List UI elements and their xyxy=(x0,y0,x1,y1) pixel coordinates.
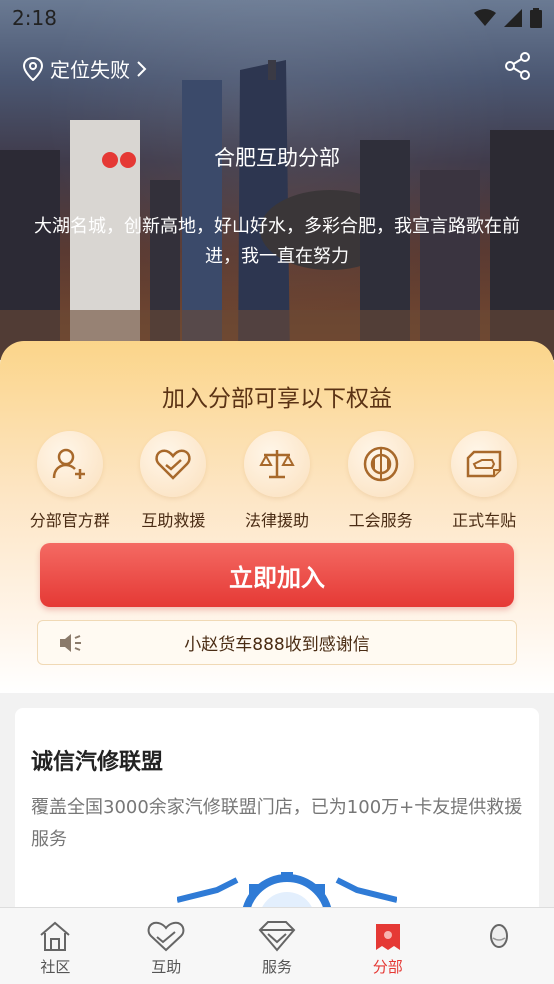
benefit-union-service[interactable]: 工会服务 xyxy=(333,431,429,531)
speaker-icon xyxy=(60,634,81,652)
benefit-label: 法律援助 xyxy=(244,511,309,530)
tab-profile[interactable] xyxy=(443,908,554,984)
tab-service[interactable]: 服务 xyxy=(222,908,333,984)
share-icon[interactable] xyxy=(504,52,532,80)
scales-icon xyxy=(259,450,295,479)
handshake-heart-icon xyxy=(147,921,185,952)
page-title: 合肥互助分部 xyxy=(214,146,340,170)
benefits-card: 加入分部可享以下权益 分部官方群 互助救援 法律援助 工会服务 正式车贴 立即加… xyxy=(0,341,554,693)
branch-icon xyxy=(375,924,400,950)
diamond-icon xyxy=(258,921,296,952)
benefit-label: 分部官方群 xyxy=(29,511,110,530)
wifi-icon xyxy=(474,9,496,26)
hero-banner: 2:18 定位失败 合肥互助分部 大湖名城，创新高地，好山好水，多彩合肥，我宣言… xyxy=(0,0,554,360)
status-icons xyxy=(474,8,542,28)
home-icon xyxy=(40,921,71,951)
benefit-car-sticker[interactable]: 正式车贴 xyxy=(436,431,532,531)
status-bar: 2:18 xyxy=(0,0,554,36)
location-selector[interactable]: 定位失败 xyxy=(22,54,148,83)
benefit-label: 工会服务 xyxy=(348,511,413,530)
alliance-description: 覆盖全国3000余家汽修联盟门店，已为100万+卡友提供救援服务 xyxy=(31,797,523,850)
location-pin-icon xyxy=(22,56,44,81)
bottom-tab-bar: 社区 互助 服务 分部 xyxy=(0,907,554,984)
tab-branch[interactable]: 分部 xyxy=(332,908,443,984)
signal-icon xyxy=(504,9,522,27)
join-now-button[interactable]: 立即加入 xyxy=(40,543,514,607)
union-icon xyxy=(363,446,398,482)
benefit-label: 互助救援 xyxy=(141,511,206,530)
alliance-title: 诚信汽修联盟 xyxy=(31,750,164,775)
city-skyline-image xyxy=(0,60,554,360)
tab-label: 社区 xyxy=(40,958,71,976)
branch-description: 大湖名城，创新高地，好山好水，多彩合肥，我宣言路歌在前进，我一直在努力 xyxy=(34,216,520,267)
benefit-list: 分部官方群 互助救援 法律援助 工会服务 正式车贴 xyxy=(0,431,554,531)
tab-label: 分部 xyxy=(372,958,403,976)
benefit-official-group[interactable]: 分部官方群 xyxy=(22,431,118,531)
tab-mutual-aid[interactable]: 互助 xyxy=(111,908,222,984)
notice-text: 小赵货车888收到感谢信 xyxy=(184,635,370,655)
tab-label: 服务 xyxy=(261,958,292,976)
chevron-right-icon xyxy=(137,60,147,77)
benefit-label: 正式车贴 xyxy=(452,511,517,530)
benefits-title: 加入分部可享以下权益 xyxy=(162,386,392,412)
user-add-icon xyxy=(52,448,85,479)
tab-community[interactable]: 社区 xyxy=(0,908,111,984)
benefit-mutual-rescue[interactable]: 互助救援 xyxy=(125,431,221,531)
benefit-legal-aid[interactable]: 法律援助 xyxy=(229,431,325,531)
location-text: 定位失败 xyxy=(50,58,130,82)
heart-icon xyxy=(155,449,192,480)
battery-icon xyxy=(530,8,542,28)
status-time: 2:18 xyxy=(12,6,57,30)
profile-icon xyxy=(489,924,508,948)
tab-label: 互助 xyxy=(151,958,182,976)
notice-bar[interactable]: 小赵货车888收到感谢信 xyxy=(37,620,517,665)
car-sticker-icon xyxy=(466,450,502,478)
